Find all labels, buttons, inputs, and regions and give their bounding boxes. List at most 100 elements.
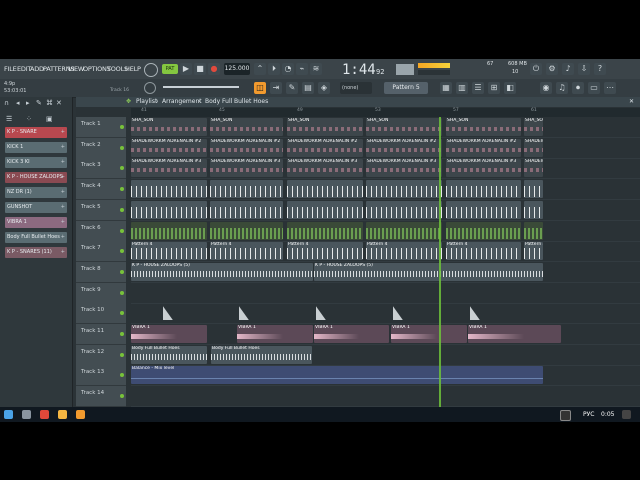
playlist-clip[interactable]: Body Full Bullet Hoes xyxy=(131,345,207,364)
pattern-selector[interactable]: Pattern 5 xyxy=(384,82,428,94)
track-lane[interactable] xyxy=(131,200,640,221)
record-button[interactable]: ● xyxy=(208,63,220,75)
playlist-clip[interactable] xyxy=(366,221,442,240)
arrow-right-icon[interactable]: ▸ xyxy=(26,99,30,107)
playlist-clip[interactable] xyxy=(446,180,521,199)
plugin-icon[interactable]: ◧ xyxy=(504,82,516,94)
playlist-clip[interactable]: SHADEWORKM ADRENALIN #2 xyxy=(287,138,363,157)
playlist-clip[interactable]: SHADEWORKM ADRENALIN #3 xyxy=(366,159,442,178)
pat-mode-badge[interactable]: PAT xyxy=(162,64,178,74)
play-button[interactable]: ▶ xyxy=(180,63,192,75)
playlist-clip[interactable]: VIBRA 1 xyxy=(468,325,561,343)
audio-icon[interactable]: ♫ xyxy=(556,82,568,94)
master-pitch-knob[interactable] xyxy=(144,82,156,94)
picker-item[interactable]: K P - SNARE + xyxy=(5,127,67,138)
track-lane[interactable]: Pattern 4 Pattern 4 Pattern 4 Pattern 4 Patt… xyxy=(131,241,640,263)
track-lane[interactable]: Balance - Mix level xyxy=(131,365,640,387)
track-lane[interactable]: SHADEWORKM ADRENALIN #3 SHADEWORKM ADRENA… xyxy=(131,158,640,180)
browser-icon[interactable]: ⊞ xyxy=(488,82,500,94)
picker-item[interactable]: K P - HOUSE ZALOOPS + xyxy=(5,172,67,183)
track-mute-led[interactable] xyxy=(120,145,124,150)
playlist-clip[interactable]: SHADEWORKM ADRENALIN #2 xyxy=(446,138,521,157)
track-header[interactable]: Track 14 xyxy=(76,386,126,407)
more-icon[interactable]: ⋯ xyxy=(604,82,616,94)
stop-button[interactable]: ■ xyxy=(194,63,206,75)
playlist-clip[interactable]: SHA_SON xyxy=(366,118,442,136)
playlist-clip[interactable]: Balance - Mix level xyxy=(131,366,543,385)
picker-item[interactable]: GUNSHOT + xyxy=(5,202,67,213)
picker-item[interactable]: K P - SNARES (11) + xyxy=(5,247,67,258)
playlist-clip[interactable] xyxy=(524,180,543,199)
playlist-clip[interactable] xyxy=(210,200,283,219)
playlist-clip[interactable] xyxy=(287,180,363,199)
playlist-clip[interactable]: SHADEWORKM ADRENALIN #3 xyxy=(446,159,521,178)
picker-item[interactable]: Body Full Bullet Hoes + xyxy=(5,232,67,243)
track-lane[interactable]: VIBRA 1 VIBRA 1 VIBRA 1 VIBRA 1 VIBRA 1 xyxy=(131,324,640,345)
close-icon[interactable]: ✕ xyxy=(629,97,634,107)
windows-start-icon[interactable] xyxy=(4,410,13,419)
track-mute-led[interactable] xyxy=(120,228,124,233)
online-icon[interactable]: ◉ xyxy=(540,82,552,94)
playlist-clip[interactable]: SHADEWORKM ADRENALIN #2 xyxy=(366,138,442,157)
track-mute-led[interactable] xyxy=(120,352,124,357)
playlist-clip[interactable] xyxy=(237,304,255,322)
track-mute-led[interactable] xyxy=(120,311,124,316)
playlist-clip[interactable] xyxy=(287,200,363,219)
piano-roll-icon[interactable]: ▤ xyxy=(302,82,314,94)
notifications-icon[interactable] xyxy=(622,410,631,419)
playlist-clip[interactable] xyxy=(287,221,363,240)
piano-view-icon[interactable]: ▥ xyxy=(456,82,468,94)
track-mute-led[interactable] xyxy=(120,166,124,171)
breadcrumb-clip[interactable]: Body Full xyxy=(205,97,232,107)
playlist-clip[interactable]: SHADEWORKM ADRENALIN #3 xyxy=(524,159,543,178)
track-lane[interactable]: SHA_SON SHA_SON SHA_SON SHA_SON SHA_SON SHA_S… xyxy=(131,117,640,138)
playlist-clip[interactable] xyxy=(161,304,179,322)
playlist-clip[interactable]: K P - HOUSE ZALOOPS (5) xyxy=(131,262,313,281)
track-header[interactable]: Track 6 xyxy=(76,220,126,242)
playlist-clip[interactable]: Pattern 4 xyxy=(524,242,543,261)
picker-add-icon[interactable]: + xyxy=(61,157,65,168)
download-icon[interactable]: ⇩ xyxy=(578,63,590,75)
playlist-clip[interactable] xyxy=(446,200,521,219)
tempo-display[interactable]: 125.000 xyxy=(224,63,250,75)
pattern-song-switch-icon[interactable] xyxy=(144,63,158,77)
track-lane[interactable] xyxy=(131,303,640,325)
picker-add-icon[interactable]: + xyxy=(61,247,65,258)
timeline-ruler[interactable]: 41 45 49 53 57 61 xyxy=(131,108,640,117)
track-mute-led[interactable] xyxy=(120,249,124,254)
playlist-clip[interactable]: SHADEWORKM ADRENALIN #2 xyxy=(131,138,207,157)
wrench-icon[interactable]: ⚙ xyxy=(546,63,558,75)
picker-item[interactable]: VIBRA 1 + xyxy=(5,217,67,228)
menu-help[interactable]: HELP xyxy=(125,65,141,73)
network-icon[interactable] xyxy=(560,410,571,421)
playlist-clip[interactable] xyxy=(366,180,442,199)
playlist-clip[interactable] xyxy=(131,200,207,219)
help-icon[interactable]: ? xyxy=(594,63,606,75)
playlist-clip[interactable]: SHA_SON xyxy=(210,118,283,136)
track-header[interactable]: Track 9 xyxy=(76,282,126,304)
picker-add-icon[interactable]: + xyxy=(61,187,65,198)
playlist-clip[interactable] xyxy=(131,180,207,199)
record-audio-icon[interactable]: ⏺ xyxy=(572,82,584,94)
playlist-clip[interactable]: K P - HOUSE ZALOOPS (5) xyxy=(314,262,543,281)
track-mute-led[interactable] xyxy=(120,332,124,336)
playlist-clip[interactable] xyxy=(391,304,409,322)
playlist-clip[interactable] xyxy=(131,221,207,240)
playlist-clip[interactable]: SHA_SON xyxy=(446,118,521,136)
screen-icon[interactable]: ▭ xyxy=(588,82,600,94)
playlist-view-icon[interactable]: ▦ xyxy=(440,82,452,94)
step-edit-icon[interactable]: ⌁ xyxy=(296,63,308,75)
playlist-clip[interactable]: SHADEWORKM ADRENALIN #2 xyxy=(210,138,283,157)
picker-add-icon[interactable]: + xyxy=(61,142,65,153)
track-header[interactable]: Track 11 xyxy=(76,324,126,345)
snap-dropdown[interactable]: (none) xyxy=(340,82,372,94)
playhead-marker[interactable] xyxy=(439,117,441,407)
playlist-clip[interactable]: SHA_SON xyxy=(131,118,207,136)
track-lane[interactable] xyxy=(131,221,640,242)
track-header[interactable]: Track 1 xyxy=(76,117,126,138)
pencil-icon[interactable]: ✎ xyxy=(36,99,42,107)
picker-item[interactable]: KICK 1 + xyxy=(5,142,67,153)
channel-rack-icon[interactable]: ◈ xyxy=(318,82,330,94)
track-mute-led[interactable] xyxy=(120,373,124,378)
arrow-left-icon[interactable]: ◂ xyxy=(16,99,20,107)
